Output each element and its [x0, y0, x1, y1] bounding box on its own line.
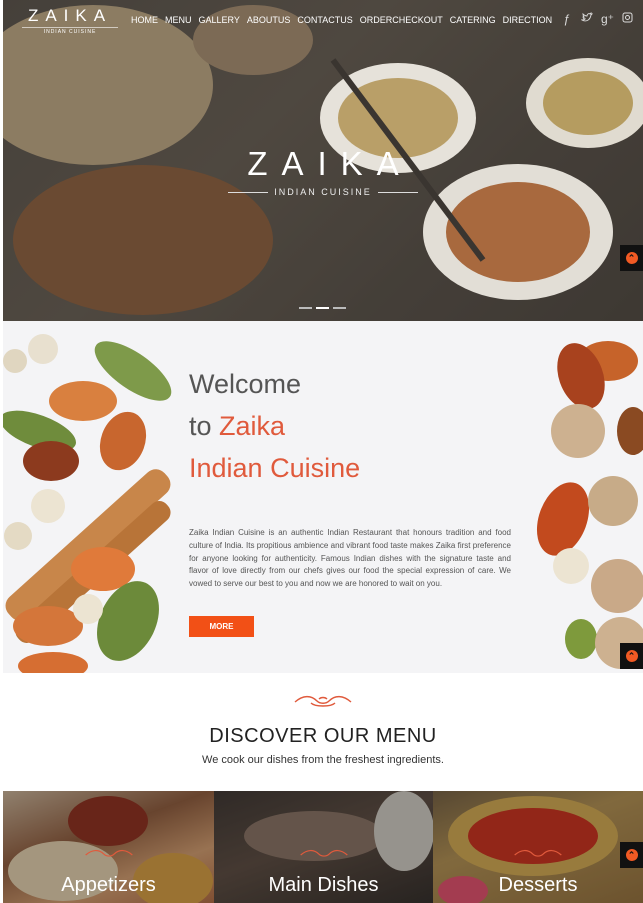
nav-logo-tagline: INDIAN CUISINE: [22, 27, 118, 35]
nav-ordercheckout[interactable]: ORDERCHECKOUT: [360, 15, 443, 25]
hero-banner: ZAIKA INDIAN CUISINE HOME MENU GALLERY A…: [3, 0, 643, 321]
scroll-top-button-3[interactable]: ⌃: [620, 842, 643, 868]
menu-category-tiles: Appetizers Main Dishes Desserts: [3, 791, 643, 903]
ornament-icon: [294, 695, 352, 707]
discover-subtitle: We cook our dishes from the freshest ing…: [202, 754, 444, 766]
chevron-up-icon: ⌃: [625, 849, 638, 861]
tile-appetizers-label: Appetizers: [61, 874, 156, 896]
slider-dots: [299, 307, 346, 309]
hero-logo-tagline: INDIAN CUISINE: [274, 187, 372, 197]
facebook-icon[interactable]: ƒ: [561, 12, 573, 26]
google-plus-icon[interactable]: g⁺: [601, 12, 614, 26]
hero-logo: ZAIKA INDIAN CUISINE: [228, 145, 418, 197]
tagline-line-left: [228, 191, 269, 193]
tile-main-dishes-label: Main Dishes: [268, 874, 379, 896]
tile-appetizers[interactable]: Appetizers: [3, 791, 214, 903]
social-links: ƒ g⁺: [561, 11, 633, 26]
hero-logo-wordmark: ZAIKA: [247, 145, 413, 182]
nav-home[interactable]: HOME: [131, 15, 158, 25]
slider-dot-1[interactable]: [299, 307, 312, 309]
welcome-brand-text: Zaika: [219, 411, 286, 441]
twitter-icon[interactable]: [580, 11, 594, 26]
ornament-icon: [514, 849, 562, 857]
tile-desserts[interactable]: Desserts: [433, 791, 643, 903]
nav-gallery[interactable]: GALLERY: [199, 15, 240, 25]
slider-dot-2[interactable]: [316, 307, 329, 309]
tagline-line-right: [377, 191, 418, 193]
chevron-up-icon: ⌃: [625, 252, 638, 264]
more-button[interactable]: MORE: [189, 616, 254, 637]
ornament-icon: [299, 849, 348, 857]
main-menu: HOME MENU GALLERY ABOUTUS CONTACTUS ORDE…: [131, 15, 552, 25]
tile-desserts-label: Desserts: [498, 874, 578, 896]
instagram-icon[interactable]: [621, 12, 633, 26]
nav-catering[interactable]: CATERING: [450, 15, 496, 25]
welcome-description: Zaika Indian Cuisine is an authentic Ind…: [189, 528, 511, 589]
page: ZAIKA INDIAN CUISINE HOME MENU GALLERY A…: [3, 0, 643, 903]
ornament-icon: [84, 849, 133, 857]
welcome-section: Welcome to Zaika Indian Cuisine Zaika In…: [3, 321, 643, 673]
welcome-heading: Welcome to Zaika Indian Cuisine: [189, 363, 360, 489]
hero-logo-tagline-row: INDIAN CUISINE: [228, 187, 418, 197]
top-nav: ZAIKA INDIAN CUISINE HOME MENU GALLERY A…: [3, 0, 643, 40]
discover-menu-section: DISCOVER OUR MENU We cook our dishes fro…: [3, 673, 643, 791]
welcome-line-3: Indian Cuisine: [189, 453, 361, 483]
nav-logo-wordmark: ZAIKA: [27, 6, 113, 25]
nav-logo[interactable]: ZAIKA INDIAN CUISINE: [22, 6, 118, 35]
welcome-line-1: Welcome: [189, 369, 302, 399]
welcome-to-text: to: [189, 411, 220, 441]
slider-dot-3[interactable]: [333, 307, 346, 309]
nav-direction[interactable]: DIRECTION: [503, 15, 553, 25]
nav-contactus[interactable]: CONTACTUS: [297, 15, 352, 25]
nav-menu[interactable]: MENU: [165, 15, 192, 25]
scroll-top-button[interactable]: ⌃: [620, 245, 643, 271]
discover-title: DISCOVER OUR MENU: [209, 725, 437, 747]
chevron-up-icon: ⌃: [625, 650, 638, 662]
nav-aboutus[interactable]: ABOUTUS: [247, 15, 291, 25]
scroll-top-button-2[interactable]: ⌃: [620, 643, 643, 669]
tile-main-dishes[interactable]: Main Dishes: [214, 791, 433, 903]
welcome-line-2: to Zaika: [189, 405, 360, 447]
